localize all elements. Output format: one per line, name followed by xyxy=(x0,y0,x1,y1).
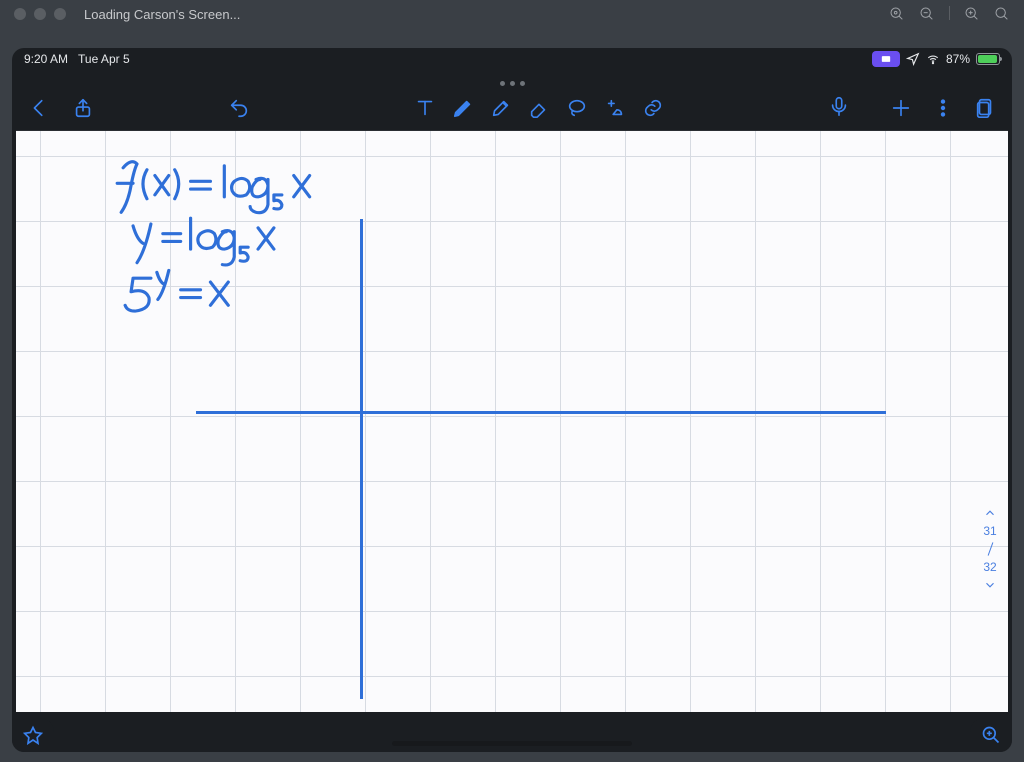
add-icon[interactable] xyxy=(890,97,912,119)
status-date: Tue Apr 5 xyxy=(78,52,130,66)
note-canvas[interactable]: 31 32 xyxy=(16,130,1008,712)
graph-paper-grid xyxy=(16,131,1008,712)
zoom-fit-icon[interactable] xyxy=(994,6,1010,22)
chevron-up-icon[interactable] xyxy=(983,506,997,520)
titlebar-right xyxy=(889,6,1010,22)
ipad-screen: 9:20 AM Tue Apr 5 87% xyxy=(12,48,1012,752)
close-dot[interactable] xyxy=(14,8,26,20)
eraser-tool-icon[interactable] xyxy=(528,97,550,119)
star-icon xyxy=(23,725,43,745)
microphone-button[interactable] xyxy=(828,95,850,122)
zoom-corner[interactable] xyxy=(970,718,1012,752)
undo-icon[interactable] xyxy=(228,97,250,119)
multitask-dots[interactable] xyxy=(12,81,1012,86)
back-icon[interactable] xyxy=(28,97,50,119)
screen-record-indicator[interactable] xyxy=(872,51,900,67)
separator xyxy=(949,6,950,20)
page-slash xyxy=(987,542,993,555)
zoom-out-icon[interactable] xyxy=(919,6,935,22)
zoom-in-icon[interactable] xyxy=(964,6,980,22)
ios-statusbar: 9:20 AM Tue Apr 5 87% xyxy=(12,48,1012,70)
pages-icon[interactable] xyxy=(974,97,996,119)
zoom-in-icon xyxy=(981,725,1001,745)
zoom-actual-icon[interactable] xyxy=(889,6,905,22)
lasso-tool-icon[interactable] xyxy=(566,97,588,119)
window-title: Loading Carson's Screen... xyxy=(84,7,889,22)
app-toolbar xyxy=(12,88,1012,128)
text-tool-icon[interactable] xyxy=(414,97,436,119)
page-current: 31 xyxy=(983,524,996,538)
page-indicator[interactable]: 31 32 xyxy=(976,506,1004,592)
minimize-dot[interactable] xyxy=(34,8,46,20)
battery-pct: 87% xyxy=(946,52,970,66)
status-time: 9:20 AM xyxy=(24,52,68,66)
share-icon[interactable] xyxy=(72,97,94,119)
pen-tool-icon[interactable] xyxy=(452,97,474,119)
battery-icon xyxy=(976,53,1000,65)
home-indicator[interactable] xyxy=(392,741,632,746)
window-controls[interactable] xyxy=(14,8,66,20)
page-total: 32 xyxy=(983,560,996,574)
screenshare-window: Loading Carson's Screen... 9:20 AM Tue A… xyxy=(0,0,1024,762)
shapes-tool-icon[interactable] xyxy=(604,97,626,119)
more-icon[interactable] xyxy=(932,97,954,119)
titlebar: Loading Carson's Screen... xyxy=(0,0,1024,28)
fullscreen-dot[interactable] xyxy=(54,8,66,20)
location-icon xyxy=(906,52,920,66)
drawn-x-axis xyxy=(196,411,886,414)
chevron-down-icon[interactable] xyxy=(983,578,997,592)
link-tool-icon[interactable] xyxy=(642,97,664,119)
drawn-y-axis xyxy=(360,219,363,699)
wifi-icon xyxy=(926,52,940,66)
highlighter-tool-icon[interactable] xyxy=(490,97,512,119)
bookmark-corner[interactable] xyxy=(12,718,54,752)
